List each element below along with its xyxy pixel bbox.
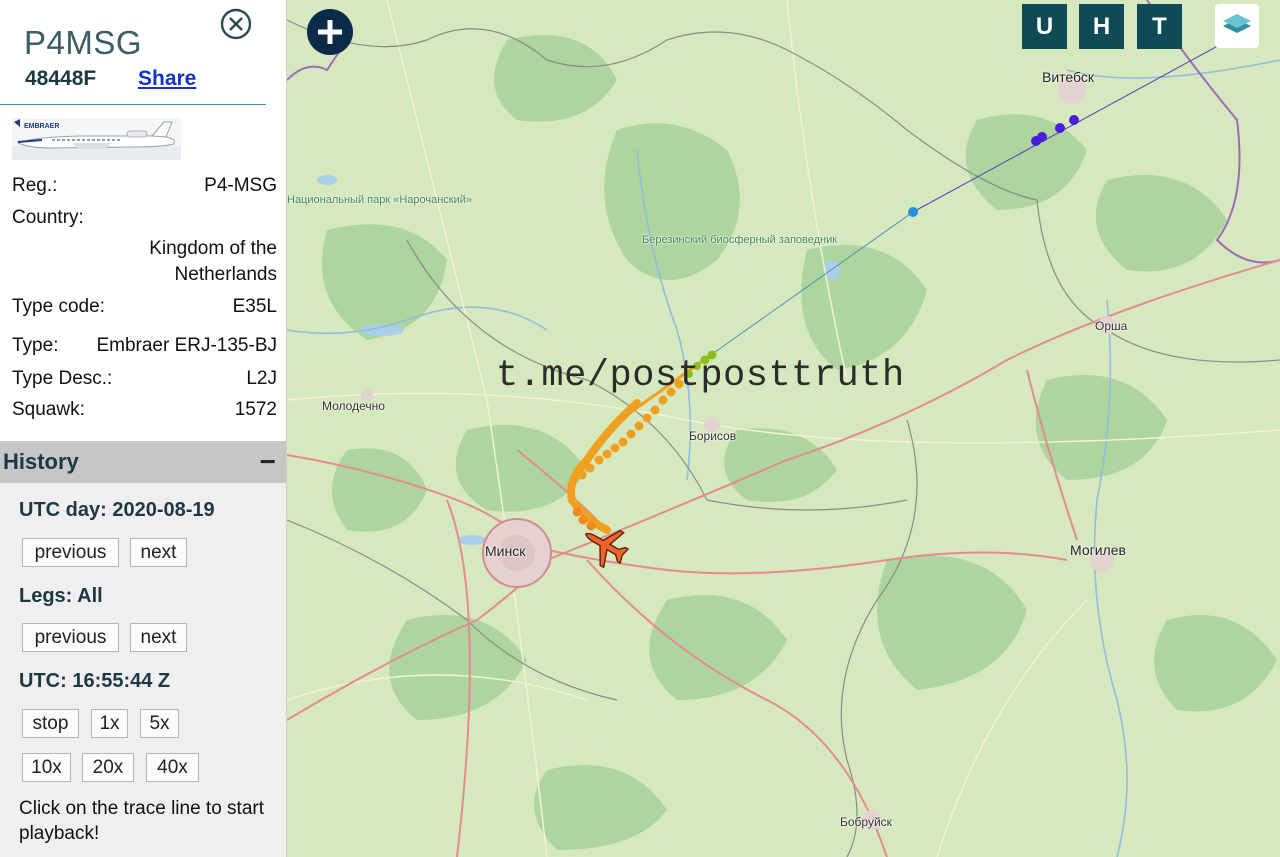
aircraft-info-panel: P4MSG 48448F Share EMBRAER Reg.: P4-MSG … <box>0 0 287 857</box>
h-toggle-button[interactable]: H <box>1079 4 1124 49</box>
reg-label: Reg.: <box>12 175 58 196</box>
stop-button[interactable]: stop <box>22 709 79 738</box>
speed-40x-button[interactable]: 40x <box>146 753 199 782</box>
t-toggle-button[interactable]: T <box>1137 4 1182 49</box>
type-code-value: E35L <box>232 296 277 317</box>
playback-hint: Click on the trace line to start playbac… <box>19 798 264 844</box>
country-label: Country: <box>12 207 84 228</box>
country-value-line-1: Kingdom of the <box>149 238 277 259</box>
day-previous-button[interactable]: previous <box>22 538 119 567</box>
divider <box>0 104 266 105</box>
leg-next-button[interactable]: next <box>130 623 187 652</box>
utc-day-label: UTC day: 2020-08-19 <box>19 499 215 521</box>
country-value-line-2: Netherlands <box>174 264 277 285</box>
squawk-value: 1572 <box>234 399 277 420</box>
map-view[interactable]: Витебск Орша Борисов Минск Могилев Молод… <box>287 0 1280 857</box>
squawk-label: Squawk: <box>12 399 85 420</box>
history-title: History <box>3 449 79 474</box>
watermark-text: t.me/postposttruth <box>496 355 905 397</box>
type-code-label: Type code: <box>12 296 105 317</box>
history-header[interactable]: History − <box>0 441 286 483</box>
day-next-button[interactable]: next <box>130 538 187 567</box>
u-toggle-button[interactable]: U <box>1022 4 1067 49</box>
flight-trace[interactable] <box>287 0 1280 857</box>
collapse-icon[interactable]: − <box>260 441 276 483</box>
share-link[interactable]: Share <box>138 67 196 91</box>
leg-previous-button[interactable]: previous <box>22 623 119 652</box>
layers-icon <box>1223 14 1251 33</box>
utc-time-label: UTC: 16:55:44 Z <box>19 670 171 692</box>
type-label: Type: <box>12 335 59 356</box>
history-panel: UTC day: 2020-08-19 previous next Legs: … <box>0 483 286 857</box>
type-desc-value: L2J <box>246 368 277 389</box>
aircraft-hex-code: 48448F <box>25 67 97 90</box>
close-icon[interactable] <box>220 8 252 40</box>
type-value: Embraer ERJ-135-BJ <box>96 335 277 356</box>
zoom-in-button[interactable] <box>306 8 354 56</box>
reg-value: P4-MSG <box>204 175 277 196</box>
speed-5x-button[interactable]: 5x <box>140 709 179 738</box>
layers-button[interactable] <box>1215 4 1259 48</box>
speed-1x-button[interactable]: 1x <box>91 709 128 738</box>
aircraft-photo: EMBRAER <box>12 118 181 160</box>
speed-20x-button[interactable]: 20x <box>82 753 134 782</box>
legs-label: Legs: All <box>19 585 103 607</box>
type-desc-label: Type Desc.: <box>12 368 113 389</box>
plus-icon <box>307 9 353 55</box>
photo-brand-text: EMBRAER <box>24 123 59 130</box>
aircraft-callsign: P4MSG <box>24 24 143 61</box>
speed-10x-button[interactable]: 10x <box>22 753 71 782</box>
